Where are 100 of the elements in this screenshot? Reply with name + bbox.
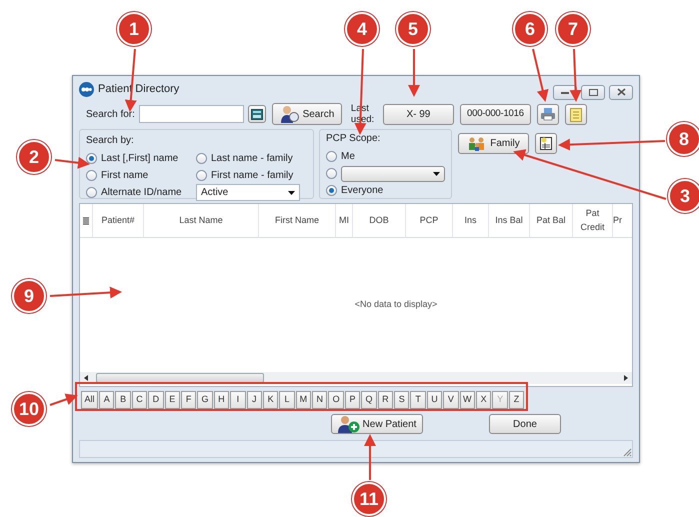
letter-button[interactable]: M (296, 391, 312, 409)
radio-label: Alternate ID/name (101, 186, 182, 200)
group-title: Search by: (86, 135, 134, 146)
column-header[interactable]: First Name (259, 204, 336, 237)
minimize-icon (561, 90, 569, 94)
empty-table-message: <No data to display> (354, 298, 438, 312)
letter-button[interactable]: I (230, 391, 246, 409)
scroll-right-icon[interactable] (622, 374, 630, 382)
done-button[interactable]: Done (489, 414, 561, 434)
column-header[interactable]: Last Name (144, 204, 259, 237)
letter-button[interactable]: Q (361, 391, 377, 409)
close-button[interactable] (609, 84, 633, 100)
callout-number: 10 (12, 392, 46, 426)
arrow (570, 48, 582, 102)
close-icon (616, 88, 626, 96)
callout-number: 8 (667, 122, 699, 156)
column-header[interactable]: Pat Bal (530, 204, 573, 237)
letter-button[interactable]: U (426, 391, 442, 409)
app-logo-icon (79, 82, 94, 96)
maximize-icon (588, 88, 598, 96)
radio-label: Everyone (341, 184, 384, 198)
radio-button[interactable] (86, 153, 97, 164)
column-chooser-icon[interactable] (80, 204, 93, 237)
group-title: PCP Scope: (326, 133, 380, 144)
arrow (532, 48, 549, 102)
caret-icon (433, 172, 440, 176)
search-label: Search for: (86, 108, 135, 122)
callout-number: 3 (668, 179, 699, 213)
letter-button[interactable]: O (328, 391, 344, 409)
arrow (364, 434, 376, 480)
callout-number: 11 (352, 482, 386, 516)
callout-number: 9 (12, 279, 46, 313)
column-header[interactable]: Pr (613, 204, 632, 237)
radio-button[interactable] (326, 168, 337, 179)
letter-button[interactable]: X (476, 391, 492, 409)
column-header[interactable]: Ins (453, 204, 489, 237)
radio-button[interactable] (196, 170, 207, 181)
notepad-button[interactable] (564, 104, 587, 124)
radio-button[interactable] (196, 153, 207, 164)
letter-button[interactable]: N (312, 391, 328, 409)
letter-button[interactable]: S (394, 391, 410, 409)
letter-button[interactable]: J (246, 391, 262, 409)
radio-label: Me (341, 150, 355, 164)
letter-button[interactable]: T (410, 391, 426, 409)
scrollbar-thumb[interactable] (96, 373, 264, 383)
radio-button[interactable] (86, 170, 97, 181)
callout-number: 1 (117, 12, 151, 46)
letter-button[interactable]: W (460, 391, 475, 409)
account-number-button[interactable]: 000-000-1016 (460, 104, 531, 124)
scroll-left-icon[interactable] (82, 374, 90, 382)
radio-label: First name (101, 169, 148, 183)
letter-button[interactable]: P (344, 391, 360, 409)
radio-label: Last [,First] name (101, 152, 178, 166)
pcp-dropdown[interactable] (341, 166, 445, 182)
column-header[interactable]: MI (336, 204, 353, 237)
family-button[interactable]: Family (458, 133, 529, 154)
maximize-button[interactable] (581, 84, 605, 100)
search-button[interactable]: Search (272, 103, 342, 125)
radio-button[interactable] (326, 185, 337, 196)
arrow (50, 394, 78, 406)
column-header[interactable]: Patient# (93, 204, 144, 237)
last-used-button[interactable]: X- 99 (382, 104, 454, 124)
letter-button[interactable]: Z (508, 391, 524, 409)
arrow (408, 49, 420, 97)
letter-button[interactable]: K (262, 391, 278, 409)
letter-button[interactable]: L (279, 391, 295, 409)
letter-button[interactable]: A (99, 391, 114, 409)
printer-icon (540, 107, 556, 121)
letter-button[interactable]: R (378, 391, 394, 409)
callout-number: 4 (345, 12, 379, 46)
letter-button[interactable]: G (197, 391, 213, 409)
printer-button[interactable] (536, 104, 559, 124)
report-button[interactable] (535, 133, 557, 154)
letter-button[interactable]: V (443, 391, 459, 409)
callout-number: 7 (556, 12, 590, 46)
letter-button[interactable]: F (180, 391, 196, 409)
resize-grip-icon[interactable] (622, 447, 632, 457)
new-patient-button[interactable]: New Patient (331, 414, 423, 434)
radio-button[interactable] (86, 187, 97, 198)
caret-icon (288, 190, 295, 194)
search-field[interactable] (138, 105, 244, 123)
arrow (54, 156, 90, 169)
radio-label: Last name - family (211, 152, 293, 166)
letter-button[interactable]: C (132, 391, 148, 409)
radio-button[interactable] (326, 151, 337, 162)
radio-label: First name - family (211, 169, 294, 183)
status-dropdown[interactable]: Active (196, 184, 300, 201)
letter-button[interactable]: All (81, 391, 98, 409)
column-header[interactable]: Pat Credit (573, 204, 613, 237)
callout-number: 2 (17, 140, 51, 174)
letter-button[interactable]: B (115, 391, 131, 409)
column-header[interactable]: DOB (353, 204, 406, 237)
column-header[interactable]: Ins Bal (489, 204, 530, 237)
person-plus-icon (338, 415, 360, 433)
column-header[interactable]: PCP (406, 204, 453, 237)
letter-button[interactable]: E (164, 391, 180, 409)
calculator-button[interactable] (248, 105, 266, 123)
person-magnifier-icon (280, 105, 300, 123)
letter-button[interactable]: D (148, 391, 164, 409)
letter-button[interactable]: H (214, 391, 230, 409)
